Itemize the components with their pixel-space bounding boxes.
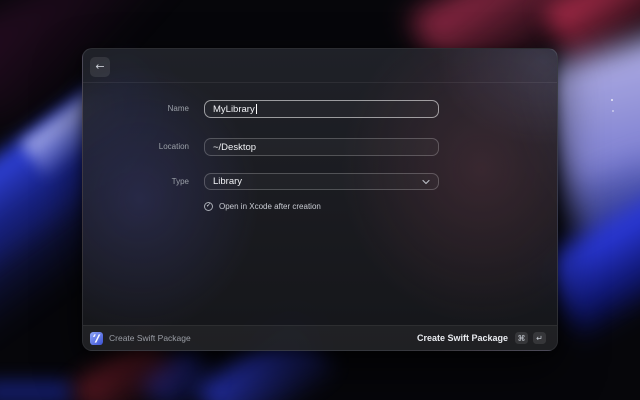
footer-left: Create Swift Package xyxy=(90,331,417,345)
chevron-down-icon xyxy=(422,179,430,184)
type-label: Type xyxy=(171,177,189,186)
type-dropdown-value: Library xyxy=(213,176,243,187)
footer-title: Create Swift Package xyxy=(109,333,191,343)
name-input-value: MyLibrary xyxy=(213,103,255,115)
wallpaper-band-bottom-blue-2 xyxy=(140,344,224,400)
location-input[interactable]: ~/Desktop xyxy=(204,138,439,156)
light-speck xyxy=(612,110,614,112)
name-label: Name xyxy=(167,104,189,113)
back-arrow-icon: ← xyxy=(95,60,105,73)
type-dropdown[interactable]: Library xyxy=(204,173,439,190)
text-caret xyxy=(255,104,257,114)
checkbox-label: Open in Xcode after creation xyxy=(219,201,321,211)
command-key-icon: ⌘ xyxy=(515,332,528,344)
window-footer: Create Swift Package Create Swift Packag… xyxy=(83,325,557,350)
checkbox-check-icon: ✓ xyxy=(204,201,213,211)
create-swift-package-app-icon xyxy=(90,331,103,345)
create-swift-package-action[interactable]: Create Swift Package ⌘ ↵ xyxy=(417,332,546,344)
window-header: ← xyxy=(83,49,557,83)
location-input-value: ~/Desktop xyxy=(213,141,257,153)
action-label: Create Swift Package xyxy=(416,333,508,343)
location-label: Location xyxy=(158,142,189,151)
light-speck xyxy=(611,99,613,101)
return-key-icon: ↵ xyxy=(533,332,546,344)
open-in-xcode-checkbox[interactable]: ✓ Open in Xcode after creation xyxy=(204,200,321,212)
create-swift-package-window: ← Name MyLibrary Location ~/Desktop Type… xyxy=(82,48,558,351)
name-input[interactable]: MyLibrary xyxy=(204,100,439,118)
wallpaper-band-bottomedge-blue xyxy=(0,382,70,400)
wallpaper-band-right-blue xyxy=(572,162,640,318)
back-button[interactable]: ← xyxy=(90,57,110,77)
